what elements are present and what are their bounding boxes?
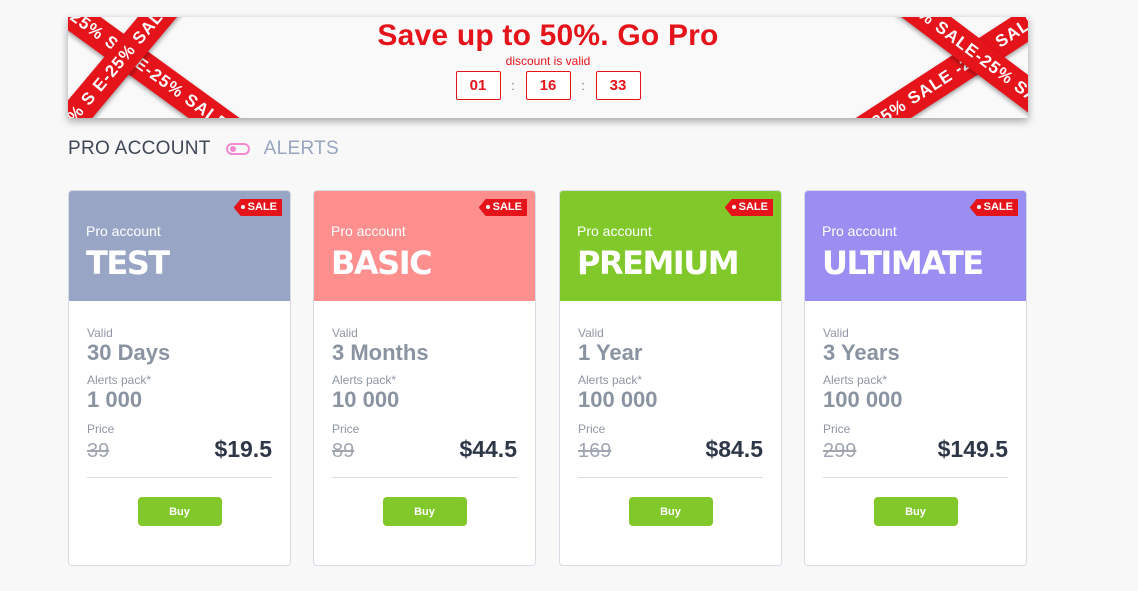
timer-hours: 01	[455, 71, 501, 100]
sale-badge: SALE	[478, 199, 527, 216]
plan-card-header: SALE Pro account BASIC	[314, 191, 535, 301]
alerts-label: Alerts pack*	[87, 373, 152, 387]
divider	[823, 477, 1008, 478]
banner-title: Save up to 50%. Go Pro	[377, 19, 719, 52]
timer-separator: :	[581, 78, 585, 93]
new-price: $84.5	[705, 436, 763, 462]
plan-name: TEST	[86, 244, 170, 282]
plan-card-header: SALE Pro account ULTIMATE	[805, 191, 1026, 301]
sale-badge: SALE	[724, 199, 773, 216]
plan-card-ultimate: SALE Pro account ULTIMATE Valid 3 Years …	[804, 190, 1027, 566]
new-price: $149.5	[937, 436, 1008, 462]
promo-banner: SALE-25% SALE-25% SALE-25% SALE-25% S E-…	[68, 17, 1028, 118]
alerts-label: Alerts pack*	[332, 373, 397, 387]
valid-value: 1 Year	[578, 340, 643, 365]
alerts-value: 10 000	[332, 387, 400, 412]
plan-kicker: Pro account	[577, 223, 652, 239]
alerts-label: Alerts pack*	[578, 373, 643, 387]
plan-name: BASIC	[331, 244, 433, 282]
valid-label: Valid	[823, 326, 849, 340]
valid-label: Valid	[578, 326, 604, 340]
old-price: 299	[823, 440, 857, 462]
buy-button[interactable]: Buy	[628, 497, 713, 526]
price-label: Price	[87, 422, 115, 436]
valid-value: 30 Days	[87, 340, 171, 365]
toggle-label-alerts[interactable]: ALERTS	[264, 138, 339, 160]
plan-card-basic: SALE Pro account BASIC Valid 3 Months Al…	[313, 190, 536, 566]
countdown-timer: 01 : 16 : 33	[68, 71, 1028, 100]
plan-kicker: Pro account	[822, 223, 897, 239]
new-price: $44.5	[459, 436, 517, 462]
divider	[332, 477, 517, 478]
old-price: 39	[87, 440, 110, 462]
timer-separator: :	[511, 78, 515, 93]
price-label: Price	[578, 422, 606, 436]
alerts-value: 1 000	[87, 387, 143, 412]
toggle-knob	[229, 146, 236, 152]
plan-kicker: Pro account	[331, 223, 406, 239]
plan-card-premium: SALE Pro account PREMIUM Valid 1 Year Al…	[559, 190, 782, 566]
buy-button[interactable]: Buy	[873, 497, 958, 526]
price-label: Price	[823, 422, 851, 436]
new-price: $19.5	[214, 436, 272, 462]
plan-card-test: SALE Pro account TEST Valid 30 Days Aler…	[68, 190, 291, 566]
old-price: 89	[332, 440, 355, 462]
divider	[87, 477, 272, 478]
sale-badge: SALE	[233, 199, 282, 216]
price-label: Price	[332, 422, 360, 436]
plan-kicker: Pro account	[86, 223, 161, 239]
alerts-label: Alerts pack*	[823, 373, 888, 387]
alerts-value: 100 000	[823, 387, 903, 412]
sale-badge: SALE	[969, 199, 1018, 216]
valid-value: 3 Months	[332, 340, 429, 365]
old-price: 169	[578, 440, 612, 462]
toggle-switch[interactable]	[225, 143, 250, 155]
plan-name: PREMIUM	[577, 244, 740, 282]
buy-button[interactable]: Buy	[382, 497, 467, 526]
valid-label: Valid	[332, 326, 358, 340]
valid-value: 3 Years	[823, 340, 900, 365]
plan-name: ULTIMATE	[822, 244, 984, 282]
timer-minutes: 16	[525, 71, 571, 100]
plan-card-header: SALE Pro account PREMIUM	[560, 191, 781, 301]
plan-type-toggle[interactable]: PRO ACCOUNT ALERTS	[68, 137, 339, 161]
divider	[578, 477, 763, 478]
plan-card-header: SALE Pro account TEST	[69, 191, 290, 301]
buy-button[interactable]: Buy	[137, 497, 222, 526]
timer-seconds: 33	[595, 71, 641, 100]
toggle-label-pro-account[interactable]: PRO ACCOUNT	[68, 138, 211, 160]
alerts-value: 100 000	[578, 387, 658, 412]
banner-subtitle: discount is valid	[505, 54, 591, 68]
valid-label: Valid	[87, 326, 113, 340]
